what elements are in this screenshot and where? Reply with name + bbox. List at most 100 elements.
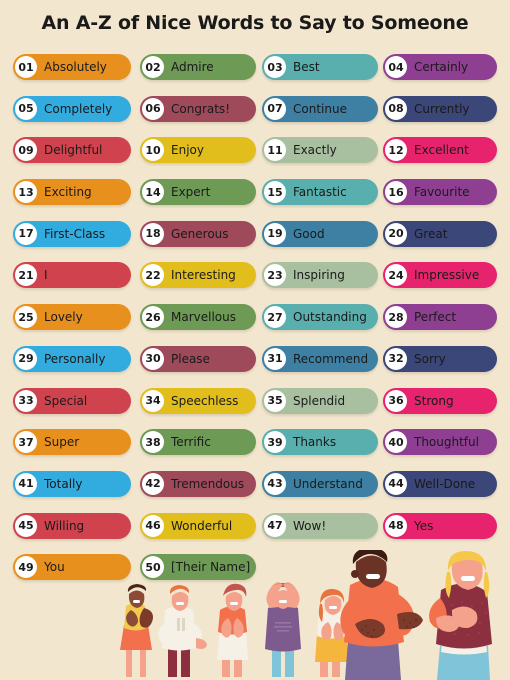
word-number-badge: 31	[264, 347, 286, 370]
word-pill-39[interactable]: 39 Thanks	[262, 429, 378, 456]
word-pill-02[interactable]: 02 Admire	[140, 54, 256, 80]
word-pill-09[interactable]: 09 Delightful	[13, 137, 131, 164]
word-label: Exciting	[44, 185, 92, 200]
word-pill-08[interactable]: 08 Currently	[383, 95, 497, 122]
word-label: Understand	[293, 476, 363, 491]
word-pill-10[interactable]: 10 Enjoy	[140, 137, 256, 164]
word-pill-48[interactable]: 48 Yes	[383, 512, 497, 539]
word-pill-28[interactable]: 28 Perfect	[383, 304, 497, 331]
figure-small-1	[120, 584, 153, 677]
word-number-badge: 28	[385, 306, 407, 329]
word-pill-41[interactable]: 41 Totally	[13, 470, 131, 497]
word-pill-03[interactable]: 03 Best	[262, 54, 378, 80]
word-pill-11[interactable]: 11 Exactly	[262, 137, 378, 164]
word-label: Excellent	[414, 143, 469, 158]
word-number-badge: 48	[385, 514, 407, 537]
word-pill-19[interactable]: 19 Good	[262, 220, 378, 247]
word-number-badge: 33	[15, 389, 37, 412]
word-number-badge: 38	[142, 431, 164, 454]
word-number-badge: 41	[15, 472, 37, 495]
word-label: Yes	[414, 518, 434, 533]
word-pill-27[interactable]: 27 Outstanding	[262, 304, 378, 331]
word-pill-40[interactable]: 40 Thoughtful	[383, 429, 497, 456]
word-pill-33[interactable]: 33 Special	[13, 387, 131, 414]
word-number-badge: 21	[15, 264, 37, 287]
word-pill-18[interactable]: 18 Generous	[140, 220, 256, 247]
word-pill-06[interactable]: 06 Congrats!	[140, 95, 256, 122]
word-row: 21 I 22 Interesting 23 Inspiring 24 Impressive	[0, 262, 510, 304]
word-row: 09 Delightful 10 Enjoy 11 Exactly 12 Excellent	[0, 137, 510, 179]
word-label: Tremendous	[171, 476, 245, 491]
word-pill-07[interactable]: 07 Continue	[262, 95, 378, 122]
word-pill-26[interactable]: 26 Marvellous	[140, 304, 256, 331]
word-label: Marvellous	[171, 310, 236, 325]
word-pill-30[interactable]: 30 Please	[140, 345, 256, 372]
word-number-badge: 05	[15, 97, 37, 120]
word-pill-31[interactable]: 31 Recommend	[262, 345, 378, 372]
word-label: Willing	[44, 518, 85, 533]
word-pill-14[interactable]: 14 Expert	[140, 179, 256, 206]
word-label: Special	[44, 393, 88, 408]
word-pill-44[interactable]: 44 Well-Done	[383, 470, 497, 497]
word-label: Congrats!	[171, 101, 230, 116]
poster: An A-Z of Nice Words to Say to Someone 0…	[0, 0, 510, 680]
word-row: 37 Super 38 Terrific 39 Thanks 40 Thoughtful	[0, 429, 510, 471]
word-label: Wonderful	[171, 518, 233, 533]
word-number-badge: 01	[15, 56, 37, 78]
word-label: Lovely	[44, 310, 83, 325]
word-label: Admire	[171, 60, 214, 74]
word-pill-43[interactable]: 43 Understand	[262, 470, 378, 497]
word-pill-23[interactable]: 23 Inspiring	[262, 262, 378, 289]
word-number-badge: 09	[15, 139, 37, 162]
page-title: An A-Z of Nice Words to Say to Someone	[41, 12, 469, 34]
word-pill-15[interactable]: 15 Fantastic	[262, 179, 378, 206]
word-pill-42[interactable]: 42 Tremendous	[140, 470, 256, 497]
word-pill-20[interactable]: 20 Great	[383, 220, 497, 247]
word-pill-22[interactable]: 22 Interesting	[140, 262, 256, 289]
word-pill-46[interactable]: 46 Wonderful	[140, 512, 256, 539]
word-pill-36[interactable]: 36 Strong	[383, 387, 497, 414]
figure-small-4	[265, 582, 301, 677]
word-label: Generous	[171, 226, 229, 241]
word-pill-34[interactable]: 34 Speechless	[140, 387, 256, 414]
word-pill-04[interactable]: 04 Certainly	[383, 54, 497, 80]
word-label: Certainly	[414, 60, 469, 74]
word-number-badge: 23	[264, 264, 286, 287]
word-number-badge: 18	[142, 222, 164, 245]
word-number-badge: 20	[385, 222, 407, 245]
word-number-badge: 43	[264, 472, 286, 495]
word-pill-38[interactable]: 38 Terrific	[140, 429, 256, 456]
word-label: Super	[44, 435, 80, 450]
word-pill-24[interactable]: 24 Impressive	[383, 262, 497, 289]
word-pill-01[interactable]: 01 Absolutely	[13, 54, 131, 80]
word-row: 05 Completely 06 Congrats! 07 Continue 08 Curre…	[0, 95, 510, 138]
word-pill-21[interactable]: 21 I	[13, 262, 131, 289]
word-pill-16[interactable]: 16 Favourite	[383, 179, 497, 206]
word-pill-29[interactable]: 29 Personally	[13, 345, 131, 372]
word-pill-12[interactable]: 12 Excellent	[383, 137, 497, 164]
word-label: Expert	[171, 185, 211, 200]
word-pill-45[interactable]: 45 Willing	[13, 512, 131, 539]
word-pill-05[interactable]: 05 Completely	[13, 95, 131, 122]
word-label: Speechless	[171, 393, 239, 408]
word-pill-37[interactable]: 37 Super	[13, 429, 131, 456]
word-pill-25[interactable]: 25 Lovely	[13, 304, 131, 331]
word-label: Wow!	[293, 518, 327, 533]
word-number-badge: 27	[264, 306, 286, 329]
word-pill-17[interactable]: 17 First-Class	[13, 220, 131, 247]
word-number-badge: 10	[142, 139, 164, 162]
figure-small-2	[158, 585, 207, 677]
word-number-badge: 11	[264, 139, 286, 162]
word-label: Continue	[293, 101, 347, 116]
word-label: I	[44, 268, 48, 283]
word-number-badge: 17	[15, 222, 37, 245]
word-number-badge: 13	[15, 181, 37, 204]
word-row: 45 Willing 46 Wonderful 47 Wow! 48 Yes	[0, 512, 510, 555]
word-number-badge: 30	[142, 347, 164, 370]
word-number-badge: 37	[15, 431, 37, 454]
word-pill-35[interactable]: 35 Splendid	[262, 387, 378, 414]
word-pill-47[interactable]: 47 Wow!	[262, 512, 378, 539]
word-pill-13[interactable]: 13 Exciting	[13, 179, 131, 206]
word-pill-32[interactable]: 32 Sorry	[383, 345, 497, 372]
word-number-badge: 16	[385, 181, 407, 204]
